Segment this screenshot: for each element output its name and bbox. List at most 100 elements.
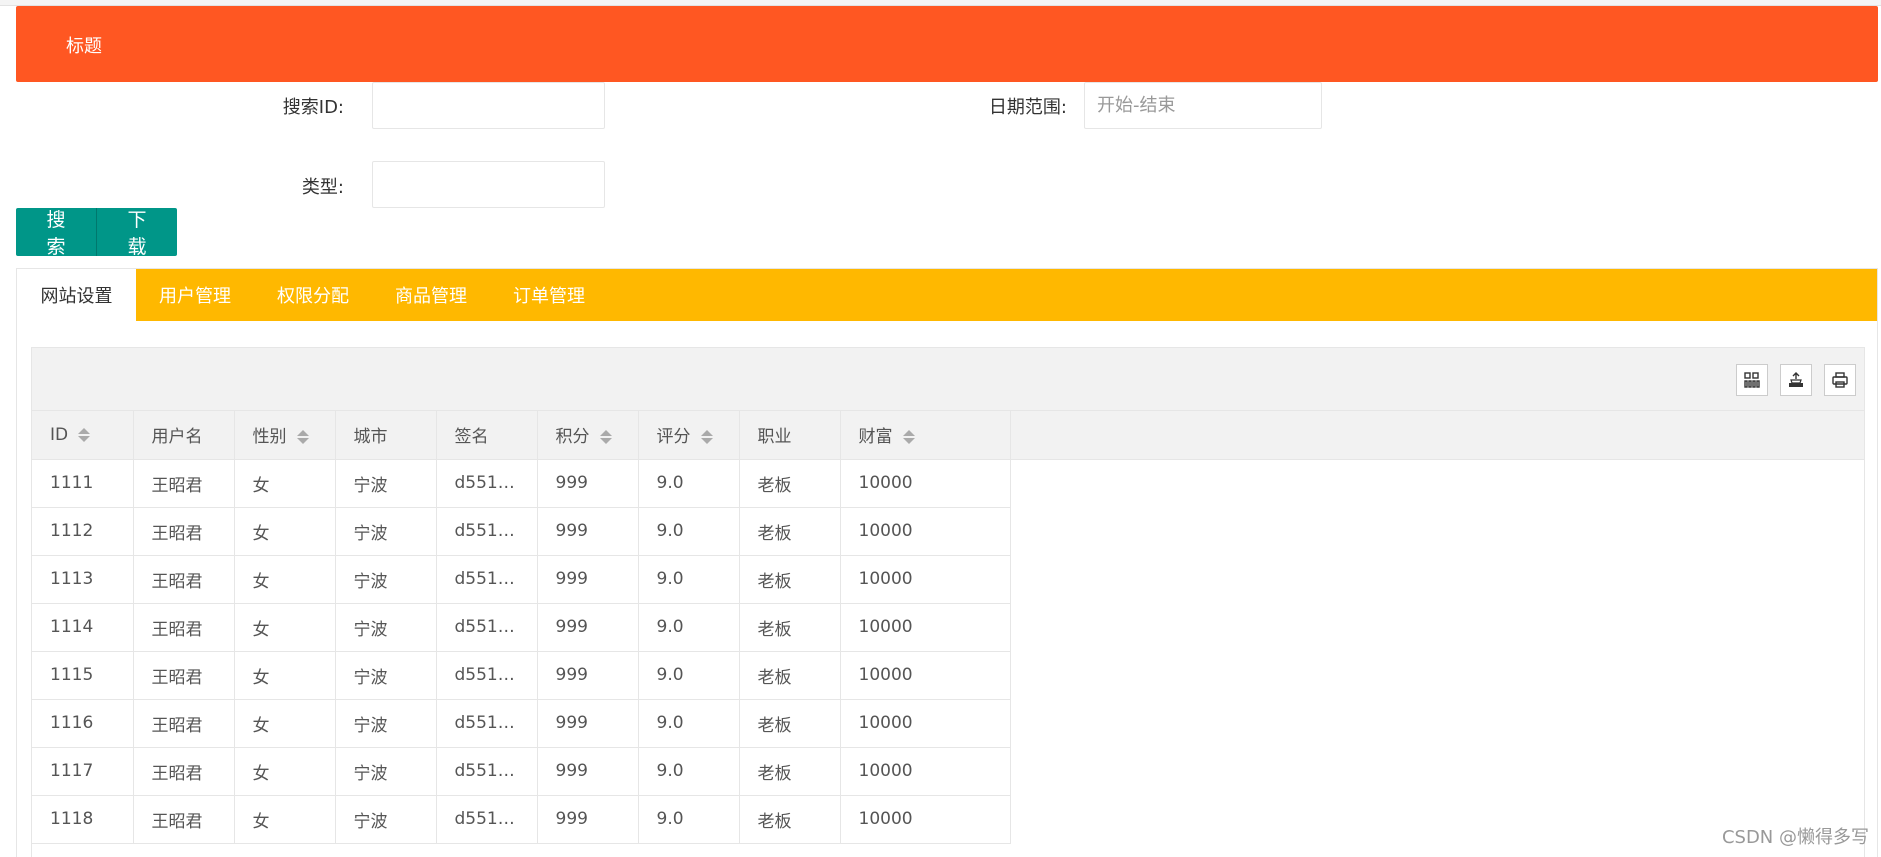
table-cell: 9.0 bbox=[638, 555, 740, 604]
table-cell: 老板 bbox=[739, 555, 841, 604]
tab-order-management[interactable]: 订单管理 bbox=[490, 269, 608, 321]
col-header-label: 积分 bbox=[555, 427, 590, 448]
table-cell: d551… bbox=[436, 459, 538, 508]
table-cell: 9.0 bbox=[638, 507, 740, 556]
table-cell: 王昭君 bbox=[133, 795, 235, 844]
tab-website-settings[interactable]: 网站设置 bbox=[17, 269, 136, 321]
table-cell: 女 bbox=[234, 507, 336, 556]
col-header-username: 用户名 bbox=[133, 411, 235, 460]
table-cell: 9.0 bbox=[638, 459, 740, 508]
table-cell: 1118 bbox=[32, 795, 134, 844]
sort-icon[interactable] bbox=[700, 429, 713, 445]
table-header-row: ID 用户名 性别 城市 签名 积分 评分 职业 财富 bbox=[32, 411, 1011, 460]
type-label: 类型: bbox=[301, 177, 344, 198]
table-row[interactable]: 1113 王昭君女宁波 d551… 999 9.0 老板 10000 bbox=[32, 555, 1011, 604]
table-cell: 1115 bbox=[32, 651, 134, 700]
table-cell: 女 bbox=[234, 555, 336, 604]
table-cell: 999 bbox=[537, 747, 639, 796]
table-toolbar bbox=[32, 348, 1864, 411]
table-cell: 宁波 bbox=[335, 747, 437, 796]
table-cell: 王昭君 bbox=[133, 651, 235, 700]
col-header-label: ID bbox=[50, 424, 69, 445]
table-cell: 女 bbox=[234, 699, 336, 748]
col-header-signature: 签名 bbox=[436, 411, 538, 460]
tab-permission-assignment[interactable]: 权限分配 bbox=[254, 269, 372, 321]
col-header-label: 职业 bbox=[757, 427, 792, 448]
table-cell: 999 bbox=[537, 459, 639, 508]
table-cell: d551… bbox=[436, 747, 538, 796]
tab-product-management[interactable]: 商品管理 bbox=[372, 269, 490, 321]
table-cell: 宁波 bbox=[335, 603, 437, 652]
table-cell: 10000 bbox=[840, 555, 1011, 604]
table-cell: 王昭君 bbox=[133, 459, 235, 508]
table-cell: 老板 bbox=[739, 651, 841, 700]
table-cell: 9.0 bbox=[638, 699, 740, 748]
table-cell: 宁波 bbox=[335, 699, 437, 748]
col-header-rating[interactable]: 评分 bbox=[638, 411, 740, 460]
table-cell: 1111 bbox=[32, 459, 134, 508]
table-cell: 999 bbox=[537, 555, 639, 604]
table-cell: 1116 bbox=[32, 699, 134, 748]
table-cell: 王昭君 bbox=[133, 555, 235, 604]
table-body-area: ID 用户名 性别 城市 签名 积分 评分 职业 财富 1111 王昭君女宁波 d5… bbox=[32, 411, 1864, 844]
table-cell: 999 bbox=[537, 603, 639, 652]
action-button-group: 搜索 下载 bbox=[16, 208, 177, 258]
table-cell: 王昭君 bbox=[133, 699, 235, 748]
table-cell: 10000 bbox=[840, 795, 1011, 844]
search-id-input[interactable] bbox=[372, 82, 605, 129]
data-table: ID 用户名 性别 城市 签名 积分 评分 职业 财富 1111 王昭君女宁波 d5… bbox=[31, 347, 1865, 857]
table-row[interactable]: 1117 王昭君女宁波 d551… 999 9.0 老板 10000 bbox=[32, 747, 1011, 796]
col-header-label: 签名 bbox=[454, 427, 489, 448]
table-row[interactable]: 1112 王昭君女宁波 d551… 999 9.0 老板 10000 bbox=[32, 507, 1011, 556]
table-row[interactable]: 1118 王昭君女宁波 d551… 999 9.0 老板 10000 bbox=[32, 795, 1011, 844]
tab-user-management[interactable]: 用户管理 bbox=[136, 269, 254, 321]
table-header-filler bbox=[1010, 411, 1864, 460]
tab-bar: 网站设置 用户管理 权限分配 商品管理 订单管理 bbox=[17, 269, 1877, 321]
sort-icon[interactable] bbox=[902, 429, 915, 445]
columns-icon[interactable] bbox=[1736, 364, 1768, 396]
sort-icon[interactable] bbox=[599, 429, 612, 445]
table-cell: 女 bbox=[234, 747, 336, 796]
table-cell: d551… bbox=[436, 507, 538, 556]
table-cell: 宁波 bbox=[335, 555, 437, 604]
table-cell: 老板 bbox=[739, 747, 841, 796]
table-cell: 1114 bbox=[32, 603, 134, 652]
table-cell: 宁波 bbox=[335, 795, 437, 844]
col-header-city: 城市 bbox=[335, 411, 437, 460]
table-cell: d551… bbox=[436, 603, 538, 652]
table-cell: 10000 bbox=[840, 651, 1011, 700]
table-cell: 老板 bbox=[739, 795, 841, 844]
header-bar: 标题 bbox=[16, 6, 1878, 82]
col-header-id[interactable]: ID bbox=[32, 411, 134, 460]
col-header-points[interactable]: 积分 bbox=[537, 411, 639, 460]
table-cell: 1117 bbox=[32, 747, 134, 796]
download-button[interactable]: 下载 bbox=[96, 208, 177, 258]
date-range-input[interactable] bbox=[1084, 82, 1322, 129]
type-input[interactable] bbox=[372, 161, 605, 208]
export-icon[interactable] bbox=[1780, 364, 1812, 396]
table-cell: 宁波 bbox=[335, 651, 437, 700]
table-cell: 1113 bbox=[32, 555, 134, 604]
table-cell: 女 bbox=[234, 459, 336, 508]
col-header-wealth[interactable]: 财富 bbox=[840, 411, 1011, 460]
col-header-label: 城市 bbox=[353, 427, 388, 448]
table-cell: 999 bbox=[537, 651, 639, 700]
table-cell: 10000 bbox=[840, 747, 1011, 796]
table-cell: 999 bbox=[537, 507, 639, 556]
table-row[interactable]: 1114 王昭君女宁波 d551… 999 9.0 老板 10000 bbox=[32, 603, 1011, 652]
print-icon[interactable] bbox=[1824, 364, 1856, 396]
table-cell: 999 bbox=[537, 699, 639, 748]
sort-icon[interactable] bbox=[296, 429, 309, 445]
table-cell: 10000 bbox=[840, 507, 1011, 556]
table-cell: 老板 bbox=[739, 459, 841, 508]
table-cell: 10000 bbox=[840, 459, 1011, 508]
table-row[interactable]: 1111 王昭君女宁波 d551… 999 9.0 老板 10000 bbox=[32, 459, 1011, 508]
table-row[interactable]: 1115 王昭君女宁波 d551… 999 9.0 老板 10000 bbox=[32, 651, 1011, 700]
sort-icon[interactable] bbox=[78, 427, 91, 443]
table-row[interactable]: 1116 王昭君女宁波 d551… 999 9.0 老板 10000 bbox=[32, 699, 1011, 748]
date-range-label: 日期范围: bbox=[988, 97, 1067, 118]
col-header-gender[interactable]: 性别 bbox=[234, 411, 336, 460]
table-cell: 老板 bbox=[739, 699, 841, 748]
table-cell: 1112 bbox=[32, 507, 134, 556]
search-button[interactable]: 搜索 bbox=[16, 208, 96, 258]
